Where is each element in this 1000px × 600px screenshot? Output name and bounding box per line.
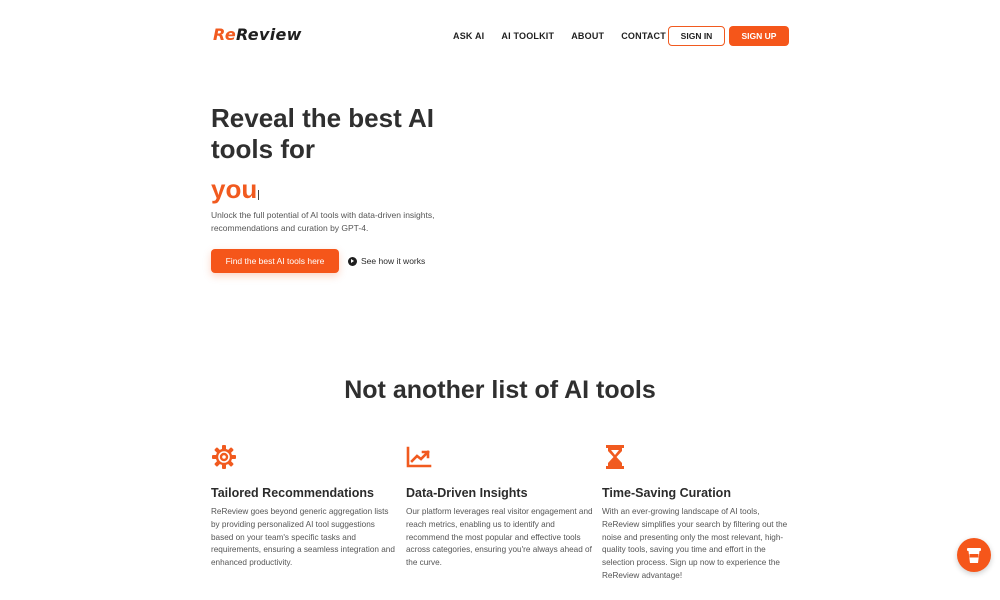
hero-highlight: you (211, 174, 260, 204)
hourglass-icon (606, 445, 624, 469)
feature-title: Tailored Recommendations (211, 486, 374, 500)
feature-text: Our platform leverages real visitor enga… (406, 507, 593, 568)
nav-contact[interactable]: CONTACT (621, 30, 666, 42)
hero-title: Reveal the best AI tools for (211, 103, 435, 164)
feature-time-saving-curation: Time-Saving Curation With an ever-growin… (602, 444, 789, 583)
chart-up-icon (406, 446, 432, 468)
coffee-cup-icon (967, 548, 981, 563)
feature-title: Data-Driven Insights (406, 486, 528, 500)
typing-cursor (258, 190, 260, 200)
feature-title: Time-Saving Curation (602, 486, 731, 500)
feature-text: ReReview goes beyond generic aggregation… (211, 507, 395, 568)
feature-text: With an ever-growing landscape of AI too… (602, 507, 788, 580)
site-header: ReReview ASK AI AI TOOLKIT ABOUT CONTACT… (0, 0, 1000, 72)
buy-me-coffee-button[interactable] (957, 538, 991, 572)
sign-up-button[interactable]: SIGN UP (729, 26, 789, 46)
hero-highlight-text: you (211, 174, 258, 204)
hero-subtitle: Unlock the full potential of AI tools wi… (211, 210, 435, 233)
sign-in-button[interactable]: SIGN IN (668, 26, 725, 46)
section-title: Not another list of AI tools (344, 376, 656, 404)
find-tools-button[interactable]: Find the best AI tools here (211, 249, 339, 273)
nav-about[interactable]: ABOUT (571, 30, 604, 42)
logo-prefix: Re (213, 25, 236, 44)
gear-icon (212, 445, 236, 469)
feature-data-driven-insights: Data-Driven Insights Our platform levera… (406, 444, 593, 570)
see-how-it-works-link[interactable]: See how it works (348, 256, 425, 266)
main-nav: ASK AI AI TOOLKIT ABOUT CONTACT (453, 30, 666, 42)
feature-tailored-recommendations: Tailored Recommendations ReReview goes b… (211, 444, 398, 570)
logo-suffix: Review (235, 25, 302, 44)
nav-ai-toolkit[interactable]: AI TOOLKIT (501, 30, 554, 42)
see-how-it-works-label: See how it works (361, 256, 426, 266)
play-icon (348, 256, 357, 266)
logo[interactable]: ReReview (213, 25, 302, 44)
nav-ask-ai[interactable]: ASK AI (453, 30, 484, 42)
